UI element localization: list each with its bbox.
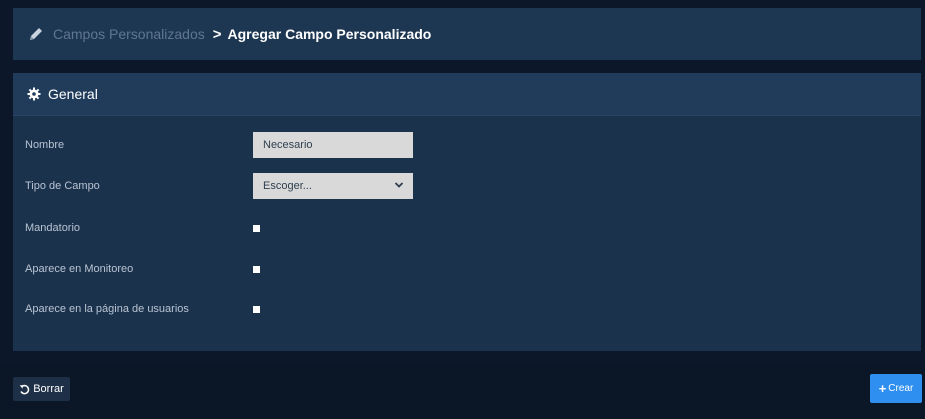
users-page-row: Aparece en la página de usuarios xyxy=(13,295,921,323)
undo-icon xyxy=(19,384,30,395)
monitoring-row: Aparece en Monitoreo xyxy=(13,255,921,283)
monitoring-label: Aparece en Monitoreo xyxy=(25,263,134,275)
breadcrumb-separator: > xyxy=(212,25,222,43)
gear-icon xyxy=(27,87,41,101)
pencil-icon xyxy=(27,25,45,43)
create-button[interactable]: + Crear xyxy=(870,374,922,403)
mandatory-label: Mandatorio xyxy=(25,222,81,234)
name-input[interactable]: Necesario xyxy=(253,132,413,158)
field-type-label: Tipo de Campo xyxy=(25,180,100,192)
monitoring-checkbox[interactable] xyxy=(253,265,260,273)
panel-header: General xyxy=(13,73,921,116)
footer-bar xyxy=(0,366,925,419)
page-title: Agregar Campo Personalizado xyxy=(227,26,432,42)
page: Campos Personalizados > Agregar Campo Pe… xyxy=(0,0,925,419)
panel-title: General xyxy=(48,86,98,102)
general-panel: General Nombre Necesario Tipo de Campo E… xyxy=(13,73,921,351)
chevron-down-icon xyxy=(394,180,404,190)
field-type-row: Tipo de Campo Escoger... xyxy=(13,172,921,200)
mandatory-checkbox[interactable] xyxy=(253,224,260,232)
field-type-selected-value: Escoger... xyxy=(263,180,312,192)
field-type-select[interactable]: Escoger... xyxy=(253,173,413,199)
breadcrumb-parent-link[interactable]: Campos Personalizados xyxy=(53,26,205,42)
mandatory-row: Mandatorio xyxy=(13,214,921,242)
users-page-label: Aparece en la página de usuarios xyxy=(25,303,189,315)
plus-icon: + xyxy=(878,381,887,396)
users-page-checkbox[interactable] xyxy=(253,305,260,313)
page-header: Campos Personalizados > Agregar Campo Pe… xyxy=(13,8,921,60)
reset-button-label: Borrar xyxy=(33,383,64,395)
name-label: Nombre xyxy=(25,139,65,151)
name-row: Nombre Necesario xyxy=(13,131,921,159)
reset-button[interactable]: Borrar xyxy=(13,377,70,401)
create-button-label: Crear xyxy=(888,383,914,394)
